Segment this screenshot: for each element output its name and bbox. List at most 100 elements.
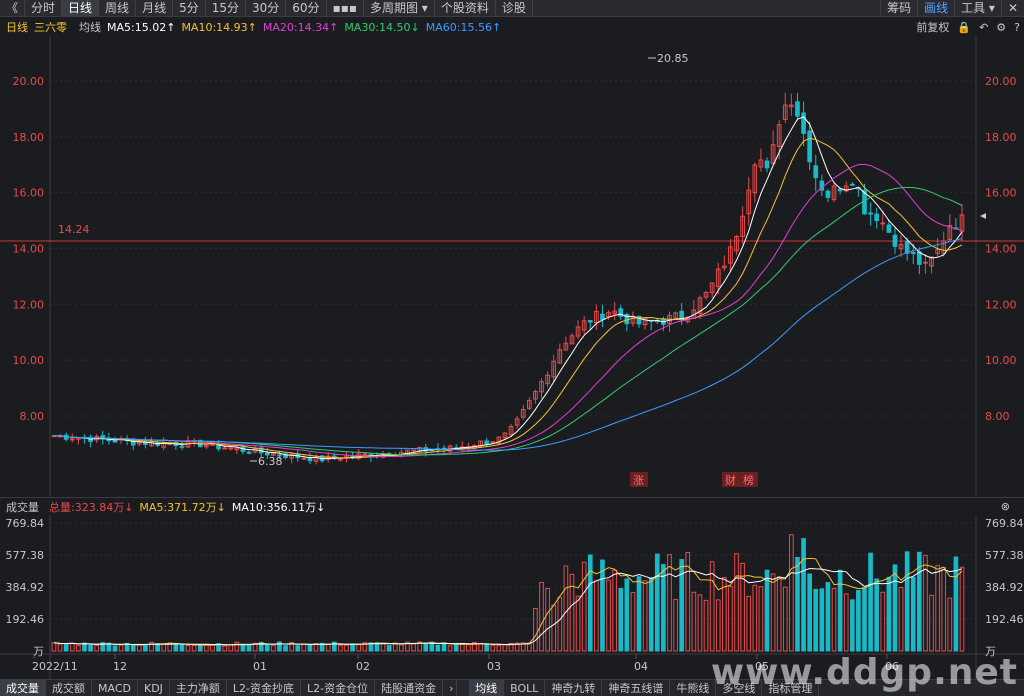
tab-weekly[interactable]: 周线 [99, 0, 137, 17]
settings-icon[interactable]: ⚙ [996, 21, 1006, 34]
ma60-line [54, 238, 963, 451]
volume-bar [862, 587, 867, 652]
candle [849, 181, 855, 186]
volume-bar [179, 644, 185, 652]
candle [575, 320, 581, 340]
tab-diagnose[interactable]: 诊股 [496, 0, 533, 17]
tab-5min[interactable]: 5分 [173, 0, 206, 17]
tab-l2-bottom[interactable]: L2-资金抄底 [227, 679, 302, 696]
undo-icon[interactable]: ↶ [979, 21, 988, 34]
ma20-value: MA20:14.34↑ [262, 20, 339, 34]
close-icon[interactable]: ✕ [1000, 0, 1024, 17]
volume-bar [752, 584, 758, 652]
volume-bar [496, 644, 502, 652]
tabs-scroll-icon[interactable]: › [443, 679, 458, 696]
volume-bar [264, 644, 270, 652]
avg-line-label[interactable]: 均线 [79, 19, 101, 35]
volume-title: 成交量 [6, 500, 39, 514]
volume-bar [947, 597, 953, 652]
tab-stock-info[interactable]: 个股资料 [435, 0, 496, 17]
candle [204, 443, 209, 450]
volume-bar [411, 642, 416, 652]
ref-line-label: 14.24 [58, 223, 90, 236]
price-tick-left: 12.00 [13, 298, 45, 311]
volume-bar [344, 644, 349, 652]
volume-bar [197, 644, 203, 652]
candle [673, 311, 678, 319]
volume-bar [502, 644, 508, 652]
tab-bull-bear[interactable]: 牛熊线 [670, 679, 717, 696]
event-cai[interactable]: 财 [725, 473, 736, 487]
volume-tick-left: 万 [33, 645, 44, 658]
volume-bar [868, 552, 873, 652]
candle [758, 148, 764, 172]
multi-period-dropdown[interactable]: 多周期图 ▾ [364, 0, 435, 17]
candle [527, 397, 532, 411]
volume-close-icon[interactable]: ⊗ [1001, 500, 1010, 513]
volume-bar [435, 644, 441, 652]
date-tick: 2022/11 [32, 660, 78, 673]
event-bang[interactable]: 榜 [743, 473, 754, 487]
candle [496, 436, 502, 445]
tab-hk-connect[interactable]: 陆股通资金 [375, 679, 444, 696]
chip-button[interactable]: 筹码 [880, 0, 917, 17]
volume-bar [88, 644, 93, 652]
volume-bar [112, 645, 118, 652]
volume-bar [350, 643, 355, 652]
volume-bar [301, 643, 307, 652]
watermark-text: www.ddgp.net [710, 652, 1018, 693]
volume-bar [801, 538, 806, 652]
draw-line-button[interactable]: 画线 [917, 0, 954, 17]
volume-tick-left: 769.84 [6, 517, 45, 530]
tab-five-lines[interactable]: 神奇五线谱 [602, 679, 671, 696]
price-tick-left: 16.00 [13, 187, 45, 200]
candlestick-chart[interactable]: 14.24 20.85 6.38 涨 财 榜 20.00 18.00 16.00 14… [0, 36, 1024, 496]
volume-tick-left: 192.46 [6, 613, 45, 626]
tab-boll[interactable]: BOLL [504, 679, 546, 696]
candle [136, 442, 142, 447]
tab-main-net[interactable]: 主力净额 [170, 679, 227, 696]
tab-nine-turn[interactable]: 神奇九转 [545, 679, 603, 696]
volume-bar [51, 642, 57, 652]
date-tick: 03 [487, 660, 501, 673]
price-tick-left: 8.00 [20, 410, 45, 423]
tab-monthly[interactable]: 月线 [136, 0, 174, 17]
candle [435, 443, 441, 455]
volume-bar [581, 561, 587, 652]
tab-30min[interactable]: 30分 [246, 0, 287, 17]
lock-icon[interactable]: 🔒 [957, 21, 971, 34]
candle [740, 206, 745, 244]
back-icon[interactable]: 《 [0, 0, 26, 17]
adjust-dropdown[interactable]: 前复权 [916, 19, 949, 35]
ma30-value: MA30:14.50↓ [344, 20, 420, 34]
volume-bar [661, 564, 666, 652]
tab-macd[interactable]: MACD [92, 679, 138, 696]
price-tick-left: 10.00 [13, 354, 45, 367]
tab-ma[interactable]: 均线 [469, 679, 505, 696]
volume-bar [490, 644, 496, 652]
event-zhang[interactable]: 涨 [633, 474, 644, 487]
tab-kdj[interactable]: KDJ [138, 679, 170, 696]
ma5-line [54, 116, 963, 460]
tab-intraday[interactable]: 分时 [25, 0, 63, 17]
more-periods-icon[interactable]: ▪▪▪ [327, 0, 364, 17]
tab-daily[interactable]: 日线 [62, 0, 100, 17]
current-price-pointer-icon [980, 213, 986, 219]
volume-bar [240, 644, 246, 652]
volume-bar [539, 581, 544, 652]
volume-bar [874, 578, 880, 652]
tools-dropdown[interactable]: 工具 ▾ [954, 0, 1001, 17]
tab-15min[interactable]: 15分 [206, 0, 246, 17]
tab-volume[interactable]: 成交量 [0, 679, 46, 696]
ma30-line [54, 186, 963, 456]
price-tick-left: 20.00 [13, 75, 45, 88]
ma10-value: MA10:14.93↑ [181, 20, 257, 34]
price-tick-right: 12.00 [985, 298, 1017, 311]
tab-turnover[interactable]: 成交额 [46, 679, 92, 696]
tab-l2-position[interactable]: L2-资金仓位 [301, 679, 376, 696]
candle [868, 202, 873, 226]
tab-60min[interactable]: 60分 [286, 0, 327, 17]
volume-bar [69, 642, 75, 652]
help-icon[interactable]: ? [1014, 21, 1020, 34]
volume-bar [563, 565, 569, 652]
